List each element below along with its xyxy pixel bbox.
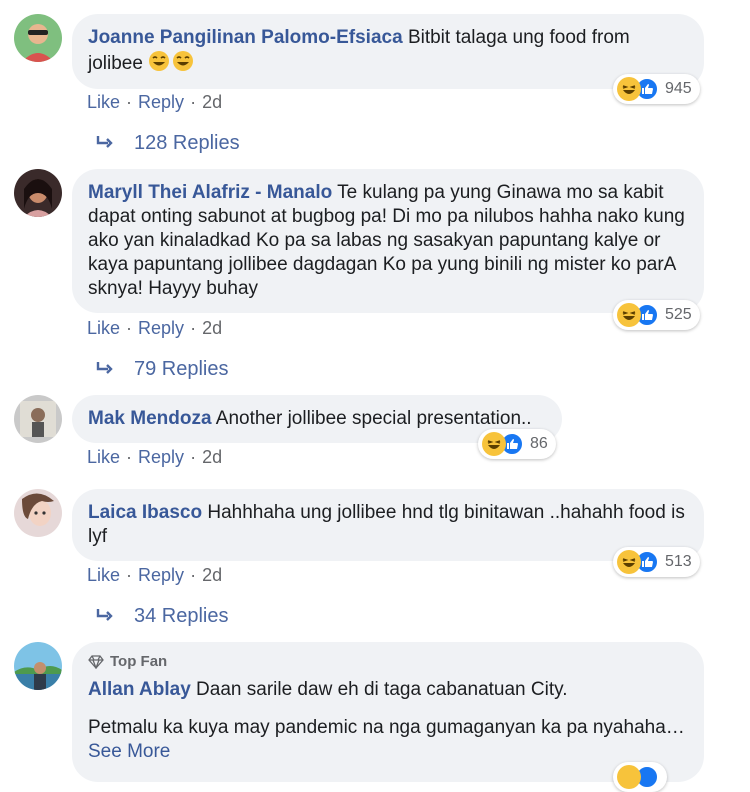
avatar[interactable] xyxy=(14,14,62,62)
comment-time[interactable]: 2d xyxy=(202,565,222,585)
comment-actions: Like · Reply · 2d xyxy=(87,447,223,467)
reaction-summary[interactable]: 86 xyxy=(478,429,556,459)
reply-button[interactable]: Reply xyxy=(138,565,184,585)
comment-bubble: Laica Ibasco Hahhhaha ung jollibee hnd t… xyxy=(72,489,704,561)
badge-label: Top Fan xyxy=(110,653,168,670)
reaction-summary[interactable]: 945 xyxy=(613,74,700,104)
like-button[interactable]: Like xyxy=(87,318,120,338)
reply-arrow-icon xyxy=(96,132,114,155)
avatar[interactable] xyxy=(14,642,62,690)
comment-text: Another jollibee special presentation.. xyxy=(215,408,532,429)
comment-bubble: Top Fan Allan Ablay Daan sarile daw eh d… xyxy=(72,642,704,782)
comment-author[interactable]: Joanne Pangilinan Palomo-Efsiaca xyxy=(88,27,403,48)
like-button[interactable]: Like xyxy=(87,447,120,467)
top-fan-badge[interactable]: Top Fan xyxy=(88,650,688,674)
haha-reaction-icon xyxy=(617,303,641,327)
avatar[interactable] xyxy=(14,169,62,217)
reaction-count: 525 xyxy=(665,306,692,323)
reaction-count: 513 xyxy=(665,553,692,570)
haha-reaction-icon xyxy=(482,432,506,456)
reply-button[interactable]: Reply xyxy=(138,92,184,112)
like-button[interactable]: Like xyxy=(87,565,120,585)
comment-author[interactable]: Laica Ibasco xyxy=(88,502,202,523)
comment-time[interactable]: 2d xyxy=(202,447,222,467)
reply-arrow-icon xyxy=(96,605,114,628)
replies-count[interactable]: 79 Replies xyxy=(134,358,229,381)
view-replies-link[interactable]: 34 Replies xyxy=(96,605,229,628)
view-replies-link[interactable]: 128 Replies xyxy=(96,132,240,155)
replies-count[interactable]: 128 Replies xyxy=(134,132,240,155)
diamond-icon xyxy=(88,655,104,669)
comment-author[interactable]: Maryll Thei Alafriz - Manalo xyxy=(88,182,332,203)
comment-bubble: Joanne Pangilinan Palomo-Efsiaca Bitbit … xyxy=(72,14,704,89)
comment-actions: Like · Reply · 2d xyxy=(87,318,223,338)
comment-text: Daan sarile daw eh di taga cabanatuan Ci… xyxy=(196,679,568,700)
comment-actions: Like · Reply · 2d xyxy=(87,565,223,585)
reply-button[interactable]: Reply xyxy=(138,318,184,338)
reply-arrow-icon xyxy=(96,358,114,381)
reaction-summary[interactable]: 513 xyxy=(613,547,700,577)
haha-reaction-icon xyxy=(617,765,641,789)
like-button[interactable]: Like xyxy=(87,92,120,112)
haha-reaction-icon xyxy=(617,77,641,101)
reaction-count: 86 xyxy=(530,435,548,452)
haha-reaction-icon xyxy=(617,550,641,574)
view-replies-link[interactable]: 79 Replies xyxy=(96,358,229,381)
reply-button[interactable]: Reply xyxy=(138,447,184,467)
comment-text-continued: Petmalu ka kuya may pandemic na nga guma… xyxy=(88,717,685,738)
reaction-summary[interactable] xyxy=(613,762,667,792)
comment-actions: Like · Reply · 2d xyxy=(87,92,223,112)
comment-author[interactable]: Allan Ablay xyxy=(88,679,191,700)
grinning-emoji-icon xyxy=(172,50,194,79)
reaction-count: 945 xyxy=(665,80,692,97)
replies-count[interactable]: 34 Replies xyxy=(134,605,229,628)
avatar[interactable] xyxy=(14,395,62,443)
comment-author[interactable]: Mak Mendoza xyxy=(88,408,212,429)
comment-time[interactable]: 2d xyxy=(202,92,222,112)
grinning-emoji-icon xyxy=(148,50,170,79)
avatar[interactable] xyxy=(14,489,62,537)
reaction-summary[interactable]: 525 xyxy=(613,300,700,330)
see-more-link[interactable]: See More xyxy=(88,741,170,762)
comment-time[interactable]: 2d xyxy=(202,318,222,338)
comment-bubble: Maryll Thei Alafriz - Manalo Te kulang p… xyxy=(72,169,704,313)
